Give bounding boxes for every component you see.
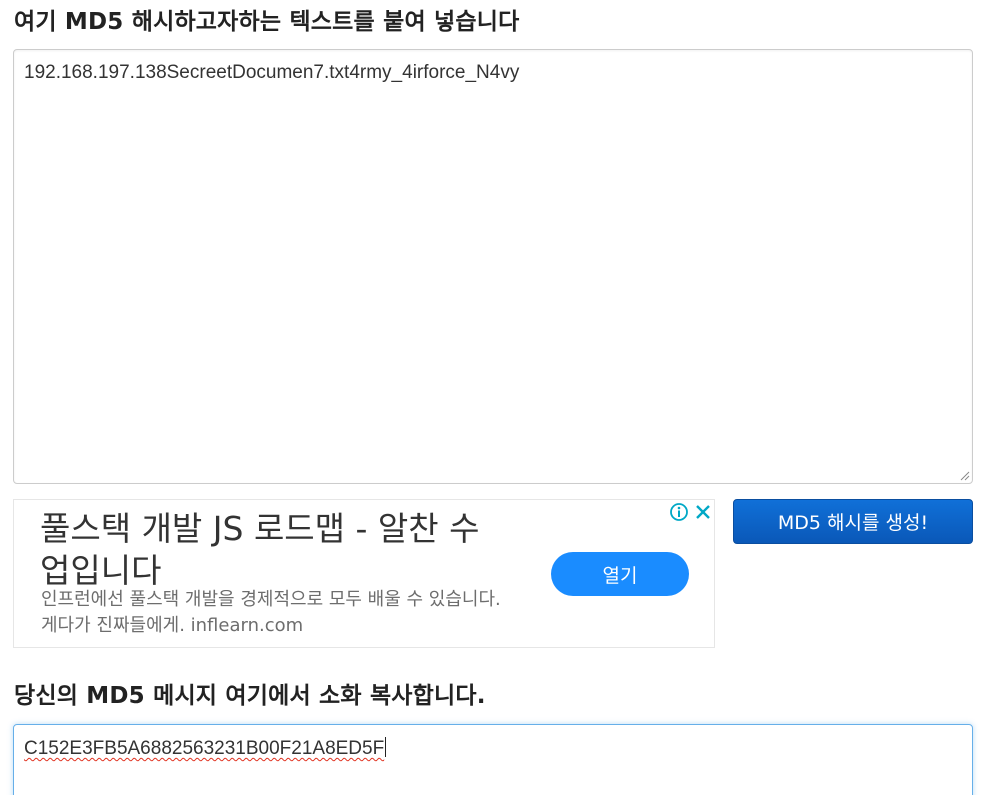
ad-description[interactable]: 인프런에선 풀스택 개발을 경제적으로 모두 배울 수 있습니다. 게다가 진짜… <box>41 587 501 639</box>
md5-generator-page: 여기 MD5 해시하고자하는 텍스트를 붙여 넣습니다 192.168.197.… <box>0 0 985 795</box>
generate-md5-button[interactable]: MD5 해시를 생성! <box>733 499 973 544</box>
input-textarea[interactable]: 192.168.197.138SecreetDocumen7.txt4rmy_4… <box>13 49 973 484</box>
output-hash-field[interactable]: C152E3FB5A6882563231B00F21A8ED5F <box>13 724 973 795</box>
ad-open-button[interactable]: 열기 <box>551 552 689 596</box>
ad-title[interactable]: 풀스택 개발 JS 로드맵 - 알찬 수업입니다 <box>40 508 500 592</box>
resize-grip-icon[interactable] <box>958 469 970 481</box>
output-hash-value: C152E3FB5A6882563231B00F21A8ED5F <box>24 738 385 759</box>
input-text-value: 192.168.197.138SecreetDocumen7.txt4rmy_4… <box>24 62 520 83</box>
input-heading: 여기 MD5 해시하고자하는 텍스트를 붙여 넣습니다 <box>14 9 520 35</box>
close-icon[interactable] <box>694 503 712 521</box>
info-icon[interactable] <box>669 502 689 522</box>
output-heading: 당신의 MD5 메시지 여기에서 소화 복사합니다. <box>14 683 486 709</box>
ad-banner[interactable]: 풀스택 개발 JS 로드맵 - 알찬 수업입니다 인프런에선 풀스택 개발을 경… <box>13 499 715 648</box>
text-caret <box>385 737 387 757</box>
